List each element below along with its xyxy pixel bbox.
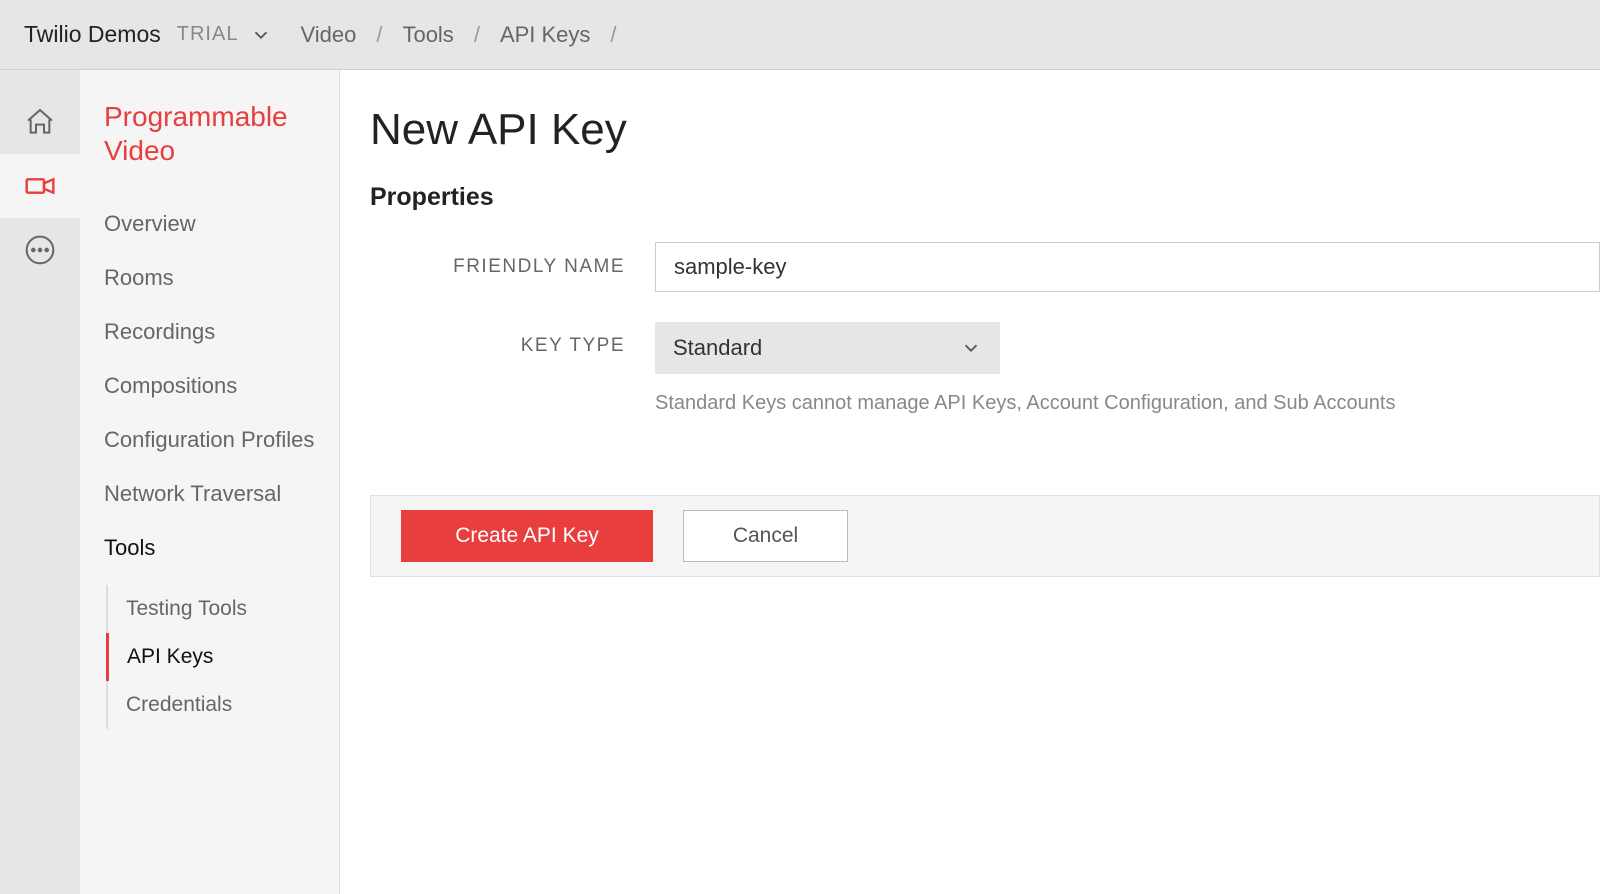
key-type-value: Standard [673, 335, 762, 361]
sidebar-item-recordings[interactable]: Recordings [104, 305, 315, 359]
sidebar-item-compositions[interactable]: Compositions [104, 359, 315, 413]
top-header: Twilio Demos TRIAL Video / Tools / API K… [0, 0, 1600, 70]
friendly-name-label: FRIENDLY NAME [370, 256, 655, 278]
sub-items: Testing Tools API Keys Credentials [106, 585, 315, 729]
main-content: New API Key Properties FRIENDLY NAME KEY… [340, 70, 1600, 894]
rail-home[interactable] [0, 90, 80, 154]
key-type-select[interactable]: Standard [655, 322, 1000, 374]
rail-video[interactable] [0, 154, 80, 218]
key-type-row: KEY TYPE Standard Standard Keys cannot m… [370, 322, 1600, 415]
left-rail [0, 70, 80, 894]
key-type-label: KEY TYPE [370, 322, 655, 357]
breadcrumb-sep: / [376, 22, 382, 48]
chevron-down-icon [960, 337, 982, 359]
home-icon [24, 106, 56, 138]
key-type-helper: Standard Keys cannot manage API Keys, Ac… [655, 392, 1600, 415]
video-icon [24, 170, 56, 202]
sub-item-credentials[interactable]: Credentials [106, 681, 313, 729]
breadcrumb-sep: / [474, 22, 480, 48]
section-title: Properties [370, 183, 1600, 212]
breadcrumb-sep: / [610, 22, 616, 48]
sub-item-api-keys[interactable]: API Keys [106, 633, 313, 681]
sidebar-title: Programmable Video [104, 100, 315, 167]
sub-item-testing-tools[interactable]: Testing Tools [106, 585, 313, 633]
rail-more[interactable] [0, 218, 80, 282]
sidebar-item-rooms[interactable]: Rooms [104, 251, 315, 305]
account-dropdown-icon[interactable] [250, 24, 272, 46]
friendly-name-row: FRIENDLY NAME [370, 242, 1600, 292]
breadcrumb-video[interactable]: Video [300, 22, 356, 48]
create-api-key-button[interactable]: Create API Key [401, 510, 653, 562]
sidebar-item-overview[interactable]: Overview [104, 197, 315, 251]
breadcrumb: Video / Tools / API Keys / [290, 22, 626, 48]
sidebar: Programmable Video Overview Rooms Record… [80, 70, 340, 894]
sidebar-item-tools[interactable]: Tools [104, 521, 315, 575]
cancel-button[interactable]: Cancel [683, 510, 848, 562]
account-name[interactable]: Twilio Demos [24, 21, 161, 48]
sidebar-item-network-traversal[interactable]: Network Traversal [104, 467, 315, 521]
more-icon [24, 234, 56, 266]
breadcrumb-api-keys[interactable]: API Keys [500, 22, 590, 48]
sidebar-item-config-profiles[interactable]: Configuration Profiles [104, 413, 315, 467]
action-bar: Create API Key Cancel [370, 495, 1600, 577]
page-title: New API Key [370, 105, 1600, 155]
friendly-name-input[interactable] [655, 242, 1600, 292]
trial-badge: TRIAL [177, 23, 239, 46]
breadcrumb-tools[interactable]: Tools [402, 22, 453, 48]
